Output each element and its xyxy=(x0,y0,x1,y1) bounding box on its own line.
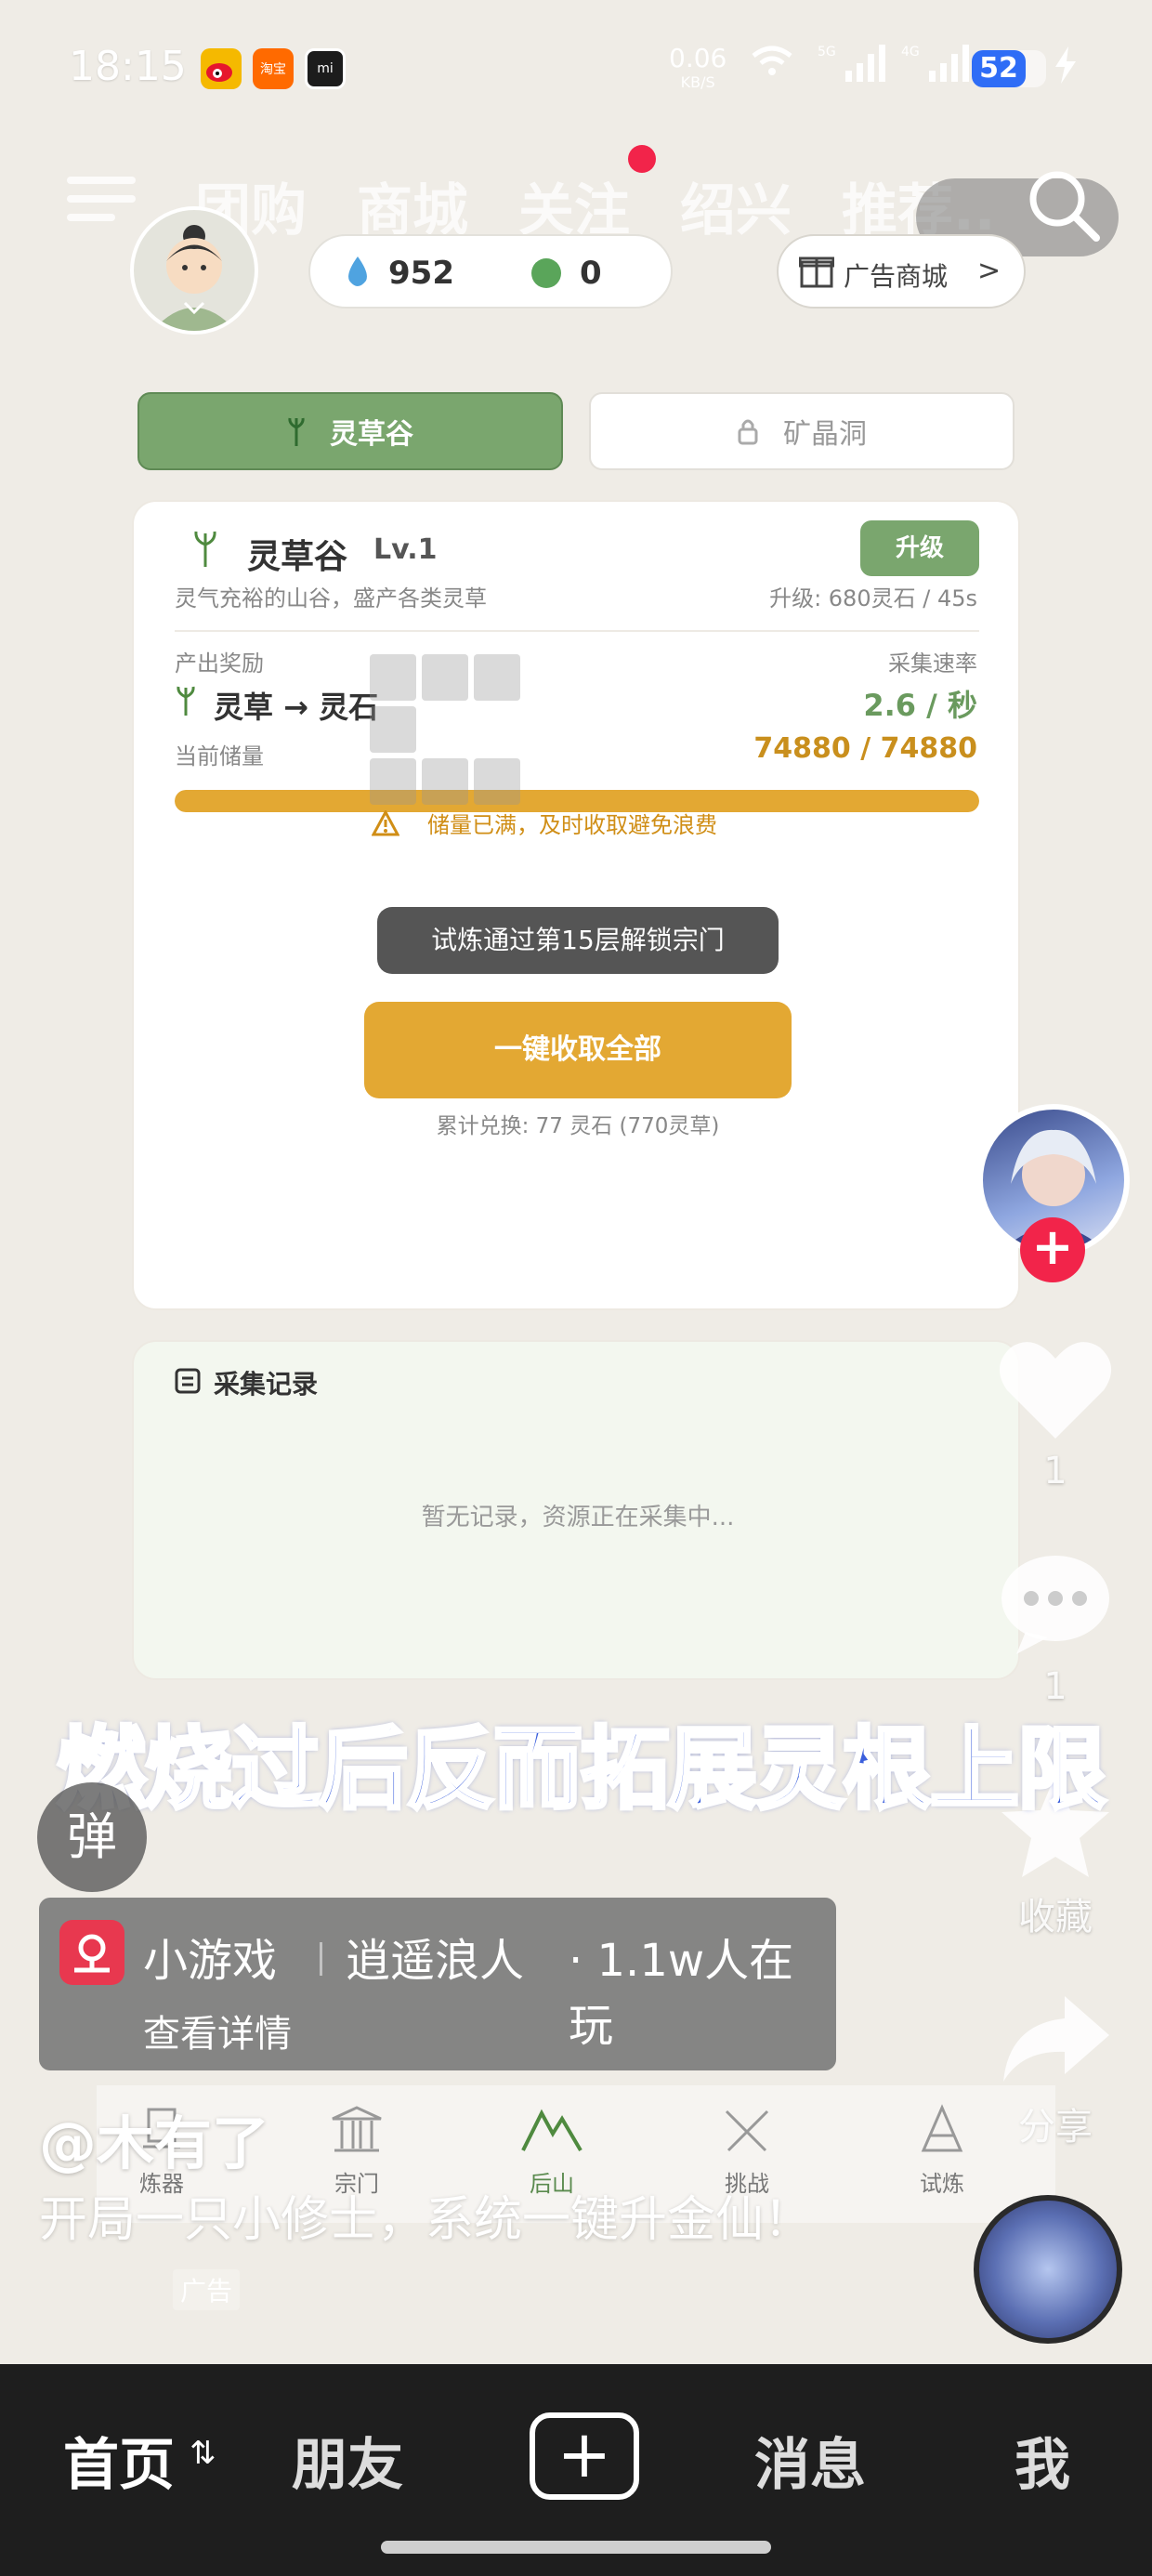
game-nav-mountain[interactable]: 后山 xyxy=(487,2104,617,2198)
storage-warning-text: 储量已满，及时收取避免浪费 xyxy=(427,812,717,838)
taobao-flash-icon: 淘宝 xyxy=(253,48,294,89)
menu-icon[interactable] xyxy=(67,177,136,223)
storage-label: 当前储量 xyxy=(175,743,264,769)
tab-crystal-cave[interactable]: 矿晶洞 xyxy=(589,392,1015,470)
lock-icon xyxy=(738,419,758,445)
like-icon[interactable] xyxy=(998,1338,1113,1446)
list-icon xyxy=(175,1368,201,1398)
speed-label: 采集速率 xyxy=(888,651,977,677)
unlock-toast: 试炼通过第15层解锁宗门 xyxy=(377,907,779,974)
charging-icon xyxy=(1054,46,1078,92)
battery-level: 52 xyxy=(972,50,1026,87)
player-avatar[interactable] xyxy=(130,206,258,335)
herb-icon xyxy=(191,528,219,572)
status-bar: 18:15 淘宝 mi 0.06 KB/S 5G 4G 52 xyxy=(0,0,1152,139)
notification-dot xyxy=(628,145,656,173)
upgrade-button[interactable]: 升级 xyxy=(860,520,979,576)
status-time: 18:15 xyxy=(69,43,187,90)
sect-icon xyxy=(332,2106,382,2152)
net-speed-value: 0.06 xyxy=(669,43,727,73)
tab-shaoxing[interactable]: 绍兴 xyxy=(680,165,792,246)
ad-shop-button[interactable]: 广告商城 > xyxy=(777,234,1026,309)
video-caption: 燃烧过后反而拓展灵根上限 xyxy=(55,1715,1108,1823)
comment-icon[interactable] xyxy=(998,1552,1113,1660)
collection-record-card: 采集记录 暂无记录，资源正在采集中... xyxy=(132,1340,1020,1680)
resource-counter: 952 0 xyxy=(308,234,673,309)
share-icon[interactable] xyxy=(1000,1992,1111,2089)
exchange-total: 累计兑换: 77 灵石 (770灵草) xyxy=(436,1114,720,1138)
swap-icon[interactable]: ⇅ xyxy=(190,2435,216,2472)
weibo-icon xyxy=(201,48,242,89)
tab-herb-valley[interactable]: 灵草谷 xyxy=(137,392,563,470)
game-nav-sect[interactable]: 宗门 xyxy=(292,2104,422,2198)
svg-text:4G: 4G xyxy=(901,45,920,59)
tab-herb-valley-label: 灵草谷 xyxy=(330,418,413,451)
divider xyxy=(175,630,979,632)
mini-game-type: 小游戏 xyxy=(143,1935,278,1987)
storage-value: 74880 / 74880 xyxy=(753,732,977,765)
tower-icon xyxy=(921,2104,963,2152)
net-speed: 0.06 KB/S xyxy=(669,46,727,95)
create-button[interactable]: + xyxy=(530,2412,639,2500)
mini-game-details-link[interactable]: 查看详情 xyxy=(143,2004,292,2057)
bottom-nav: 首页 ⇅ 朋友 + 消息 我 xyxy=(0,2364,1152,2576)
herb-icon xyxy=(175,684,197,721)
shop-icon xyxy=(798,255,835,295)
battery-indicator: 52 xyxy=(972,50,1046,87)
chevron-right-icon: > xyxy=(977,255,1001,287)
reward-label: 产出奖励 xyxy=(175,651,264,677)
water-drop-icon xyxy=(346,255,370,294)
favorite-label: 收藏 xyxy=(1018,1896,1093,1939)
record-empty-text: 暂无记录，资源正在采集中... xyxy=(421,1504,735,1531)
game-nav-challenge[interactable]: 挑战 xyxy=(682,2104,812,2198)
mini-game-players: · 1.1w人在玩 xyxy=(569,1935,794,2052)
game-nav-trial-label: 试炼 xyxy=(920,2171,964,2197)
svg-text:5G: 5G xyxy=(818,45,836,59)
ad-shop-label: 广告商城 xyxy=(844,261,949,292)
tab-crystal-cave-label: 矿晶洞 xyxy=(783,418,867,451)
nav-friends[interactable]: 朋友 xyxy=(292,2420,403,2501)
ad-tag: 广告 xyxy=(173,2269,241,2310)
upgrade-cost: 升级: 680灵石 / 45s xyxy=(769,585,977,611)
divider xyxy=(320,1942,322,1976)
signal-5g-icon: 5G xyxy=(818,43,892,92)
herb-icon xyxy=(288,417,305,446)
card-title: 灵草谷 xyxy=(247,538,348,576)
search-icon[interactable] xyxy=(1022,164,1106,247)
home-indicator[interactable] xyxy=(381,2541,771,2554)
speed-value: 2.6 / 秒 xyxy=(863,688,977,723)
nav-home[interactable]: 首页 xyxy=(63,2420,175,2501)
xiaomi-icon: mi xyxy=(305,48,346,89)
signal-4g-icon: 4G xyxy=(901,43,975,92)
record-title: 采集记录 xyxy=(214,1369,319,1400)
warning-icon xyxy=(372,809,399,835)
green-orb-count: 0 xyxy=(580,255,602,292)
mountain-icon xyxy=(521,2109,583,2152)
mini-game-logo-icon xyxy=(59,1920,124,1985)
collect-all-button[interactable]: 一键收取全部 xyxy=(364,1002,792,1098)
swords-icon xyxy=(725,2109,769,2152)
follow-button[interactable]: + xyxy=(1020,1217,1085,1282)
mini-game-title: 逍遥浪人 xyxy=(346,1935,525,1987)
reward-value: 灵草 → 灵石 xyxy=(214,690,379,725)
music-disc[interactable] xyxy=(974,2195,1122,2344)
game-nav-trial[interactable]: 试炼 xyxy=(877,2104,1007,2198)
net-speed-unit: KB/S xyxy=(680,73,715,91)
green-orb-icon xyxy=(531,258,561,288)
herb-valley-card: 灵草谷 Lv.1 升级 灵气充裕的山谷，盛产各类灵草 升级: 680灵石 / 4… xyxy=(132,500,1020,1310)
storage-warning: 储量已满，及时收取避免浪费 xyxy=(372,807,717,839)
spirit-water-count: 952 xyxy=(388,255,454,292)
wifi-icon xyxy=(749,43,795,88)
nav-messages[interactable]: 消息 xyxy=(754,2420,866,2501)
card-level: Lv.1 xyxy=(373,533,438,566)
author-name[interactable]: @木有了 xyxy=(39,2096,269,2180)
post-description: 开局一只小修士，系统一键升金仙！ xyxy=(39,2192,813,2248)
mini-game-banner[interactable]: 小游戏 逍遥浪人 · 1.1w人在玩 查看详情 xyxy=(39,1898,836,2070)
danmu-button[interactable]: 弹 xyxy=(37,1782,147,1892)
like-count: 1 xyxy=(1043,1450,1067,1492)
nav-me[interactable]: 我 xyxy=(1015,2420,1070,2501)
card-description: 灵气充裕的山谷，盛产各类灵草 xyxy=(175,585,487,611)
